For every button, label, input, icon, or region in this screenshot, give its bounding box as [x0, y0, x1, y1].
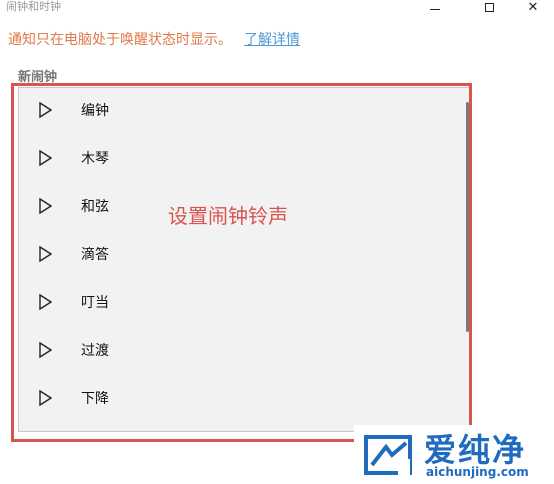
close-icon: ✕ [527, 0, 539, 15]
maximize-icon [484, 2, 494, 12]
learn-more-link[interactable]: 了解详情 [244, 32, 300, 48]
notice-text: 通知只在电脑处于唤醒状态时显示。 [8, 32, 232, 48]
annotation-text: 设置闹钟铃声 [168, 204, 288, 228]
highlight-box [11, 83, 472, 442]
watermark: 爱纯净 aichunjing.com [354, 425, 554, 484]
watermark-url: aichunjing.com [426, 465, 529, 479]
notification-notice: 通知只在电脑处于唤醒状态时显示。 了解详情 [8, 29, 300, 49]
minimize-button[interactable] [412, 0, 458, 14]
close-button[interactable]: ✕ [510, 0, 554, 15]
maximize-button[interactable] [466, 0, 512, 14]
window-title: 闹钟和时钟 [6, 0, 61, 13]
watermark-logo-icon [364, 435, 412, 475]
minimize-icon [430, 8, 440, 10]
